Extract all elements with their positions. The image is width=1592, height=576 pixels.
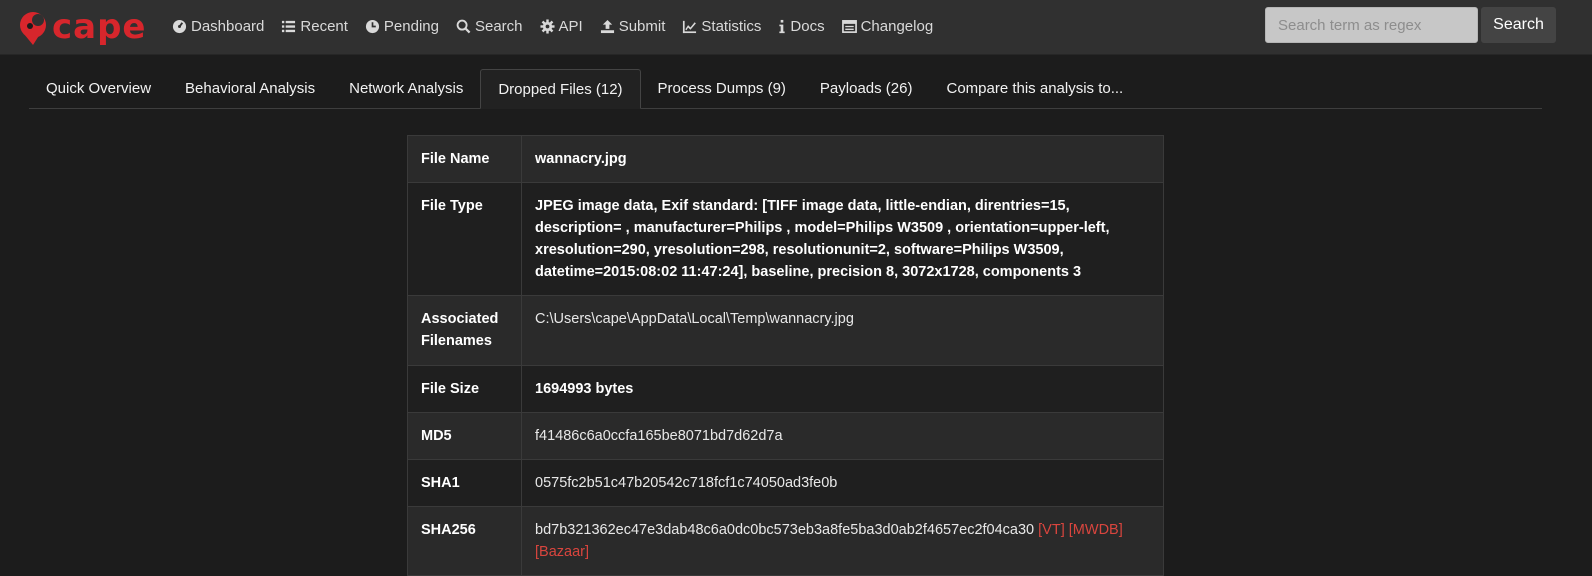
tab-compare-analysis[interactable]: Compare this analysis to... [929, 69, 1140, 108]
nav-docs[interactable]: Docs [778, 17, 825, 35]
nav-label: Search [474, 17, 523, 35]
search-button[interactable]: Search [1481, 7, 1556, 43]
table-row: MD5 f41486c6a0ccfa165be8071bd7d62d7a [407, 412, 1164, 460]
table-row: File Size 1694993 bytes [407, 365, 1164, 413]
table-row: SHA1 0575fc2b51c47b20542c718fcf1c74050ad… [407, 459, 1164, 507]
gear-icon [539, 18, 555, 34]
sha1-label: SHA1 [407, 459, 522, 507]
sha256-label: SHA256 [407, 506, 522, 576]
sha1-value: 0575fc2b51c47b20542c718fcf1c74050ad3fe0b [521, 459, 1164, 507]
file-name-label: File Name [407, 135, 522, 183]
file-size-label: File Size [407, 365, 522, 413]
nav-label: Submit [618, 17, 666, 35]
file-size-value: 1694993 bytes [521, 365, 1164, 413]
chart-icon [682, 19, 697, 34]
tab-network-analysis[interactable]: Network Analysis [332, 69, 480, 108]
nav-label: Changelog [860, 17, 934, 35]
dropped-file-info-table: File Name wannacry.jpg File Type JPEG im… [407, 135, 1164, 576]
file-type-value: JPEG image data, Exif standard: [TIFF im… [521, 182, 1164, 296]
nav-submit[interactable]: Submit [600, 17, 666, 35]
nav-pending[interactable]: Pending [365, 18, 439, 35]
nav-changelog[interactable]: Changelog [841, 17, 934, 35]
nav-api[interactable]: API [539, 17, 583, 35]
brand-name: cape [52, 7, 147, 47]
tab-dropped-files[interactable]: Dropped Files (12) [480, 69, 641, 109]
table-icon [841, 19, 857, 34]
nav-statistics[interactable]: Statistics [682, 18, 761, 35]
main-nav: Dashboard Recent Pending Search API Subm… [172, 0, 950, 52]
file-name-value: wannacry.jpg [521, 135, 1164, 183]
table-row: SHA256 bd7b321362ec47e3dab48c6a0dc0bc573… [407, 506, 1164, 576]
nav-label: Dashboard [191, 17, 265, 35]
top-navbar: cape Dashboard Recent Pending Search API… [0, 0, 1592, 55]
tab-process-dumps[interactable]: Process Dumps (9) [641, 69, 803, 108]
upload-icon [600, 19, 615, 34]
bazaar-link[interactable]: [Bazaar] [535, 544, 589, 560]
table-row: Associated Filenames C:\Users\cape\AppDa… [407, 295, 1164, 366]
vt-link[interactable]: [VT] [1038, 522, 1065, 538]
associated-filenames-value: C:\Users\cape\AppData\Local\Temp\wannacr… [521, 295, 1164, 366]
nav-label: Recent [300, 17, 348, 35]
md5-value: f41486c6a0ccfa165be8071bd7d62d7a [521, 412, 1164, 460]
nav-label: API [558, 17, 583, 35]
list-icon [281, 19, 296, 34]
clock-icon [365, 19, 380, 34]
nav-label: Pending [383, 17, 439, 35]
file-type-label: File Type [407, 182, 522, 296]
md5-label: MD5 [407, 412, 522, 460]
sha256-cell: bd7b321362ec47e3dab48c6a0dc0bc573eb3a8fe… [521, 506, 1164, 576]
analysis-tabs: Quick Overview Behavioral Analysis Netwo… [29, 69, 1542, 109]
nav-recent[interactable]: Recent [281, 18, 348, 35]
table-row: File Name wannacry.jpg [407, 135, 1164, 183]
nav-dashboard[interactable]: Dashboard [172, 18, 264, 35]
table-row: File Type JPEG image data, Exif standard… [407, 182, 1164, 296]
nav-label: Docs [790, 17, 825, 35]
sha256-value: bd7b321362ec47e3dab48c6a0dc0bc573eb3a8fe… [535, 522, 1035, 538]
search-icon [456, 19, 471, 34]
nav-label: Statistics [701, 17, 762, 35]
info-icon [778, 19, 786, 34]
tab-behavioral-analysis[interactable]: Behavioral Analysis [168, 69, 332, 108]
mwdb-link[interactable]: [MWDB] [1069, 522, 1123, 538]
search-input[interactable] [1265, 7, 1478, 43]
tab-quick-overview[interactable]: Quick Overview [29, 69, 168, 108]
cape-logo-icon [20, 12, 46, 45]
tab-payloads[interactable]: Payloads (26) [803, 69, 930, 108]
cape-logo[interactable]: cape [18, 7, 147, 47]
dashboard-icon [172, 19, 187, 34]
associated-filenames-label: Associated Filenames [407, 295, 522, 366]
nav-search[interactable]: Search [456, 18, 523, 35]
